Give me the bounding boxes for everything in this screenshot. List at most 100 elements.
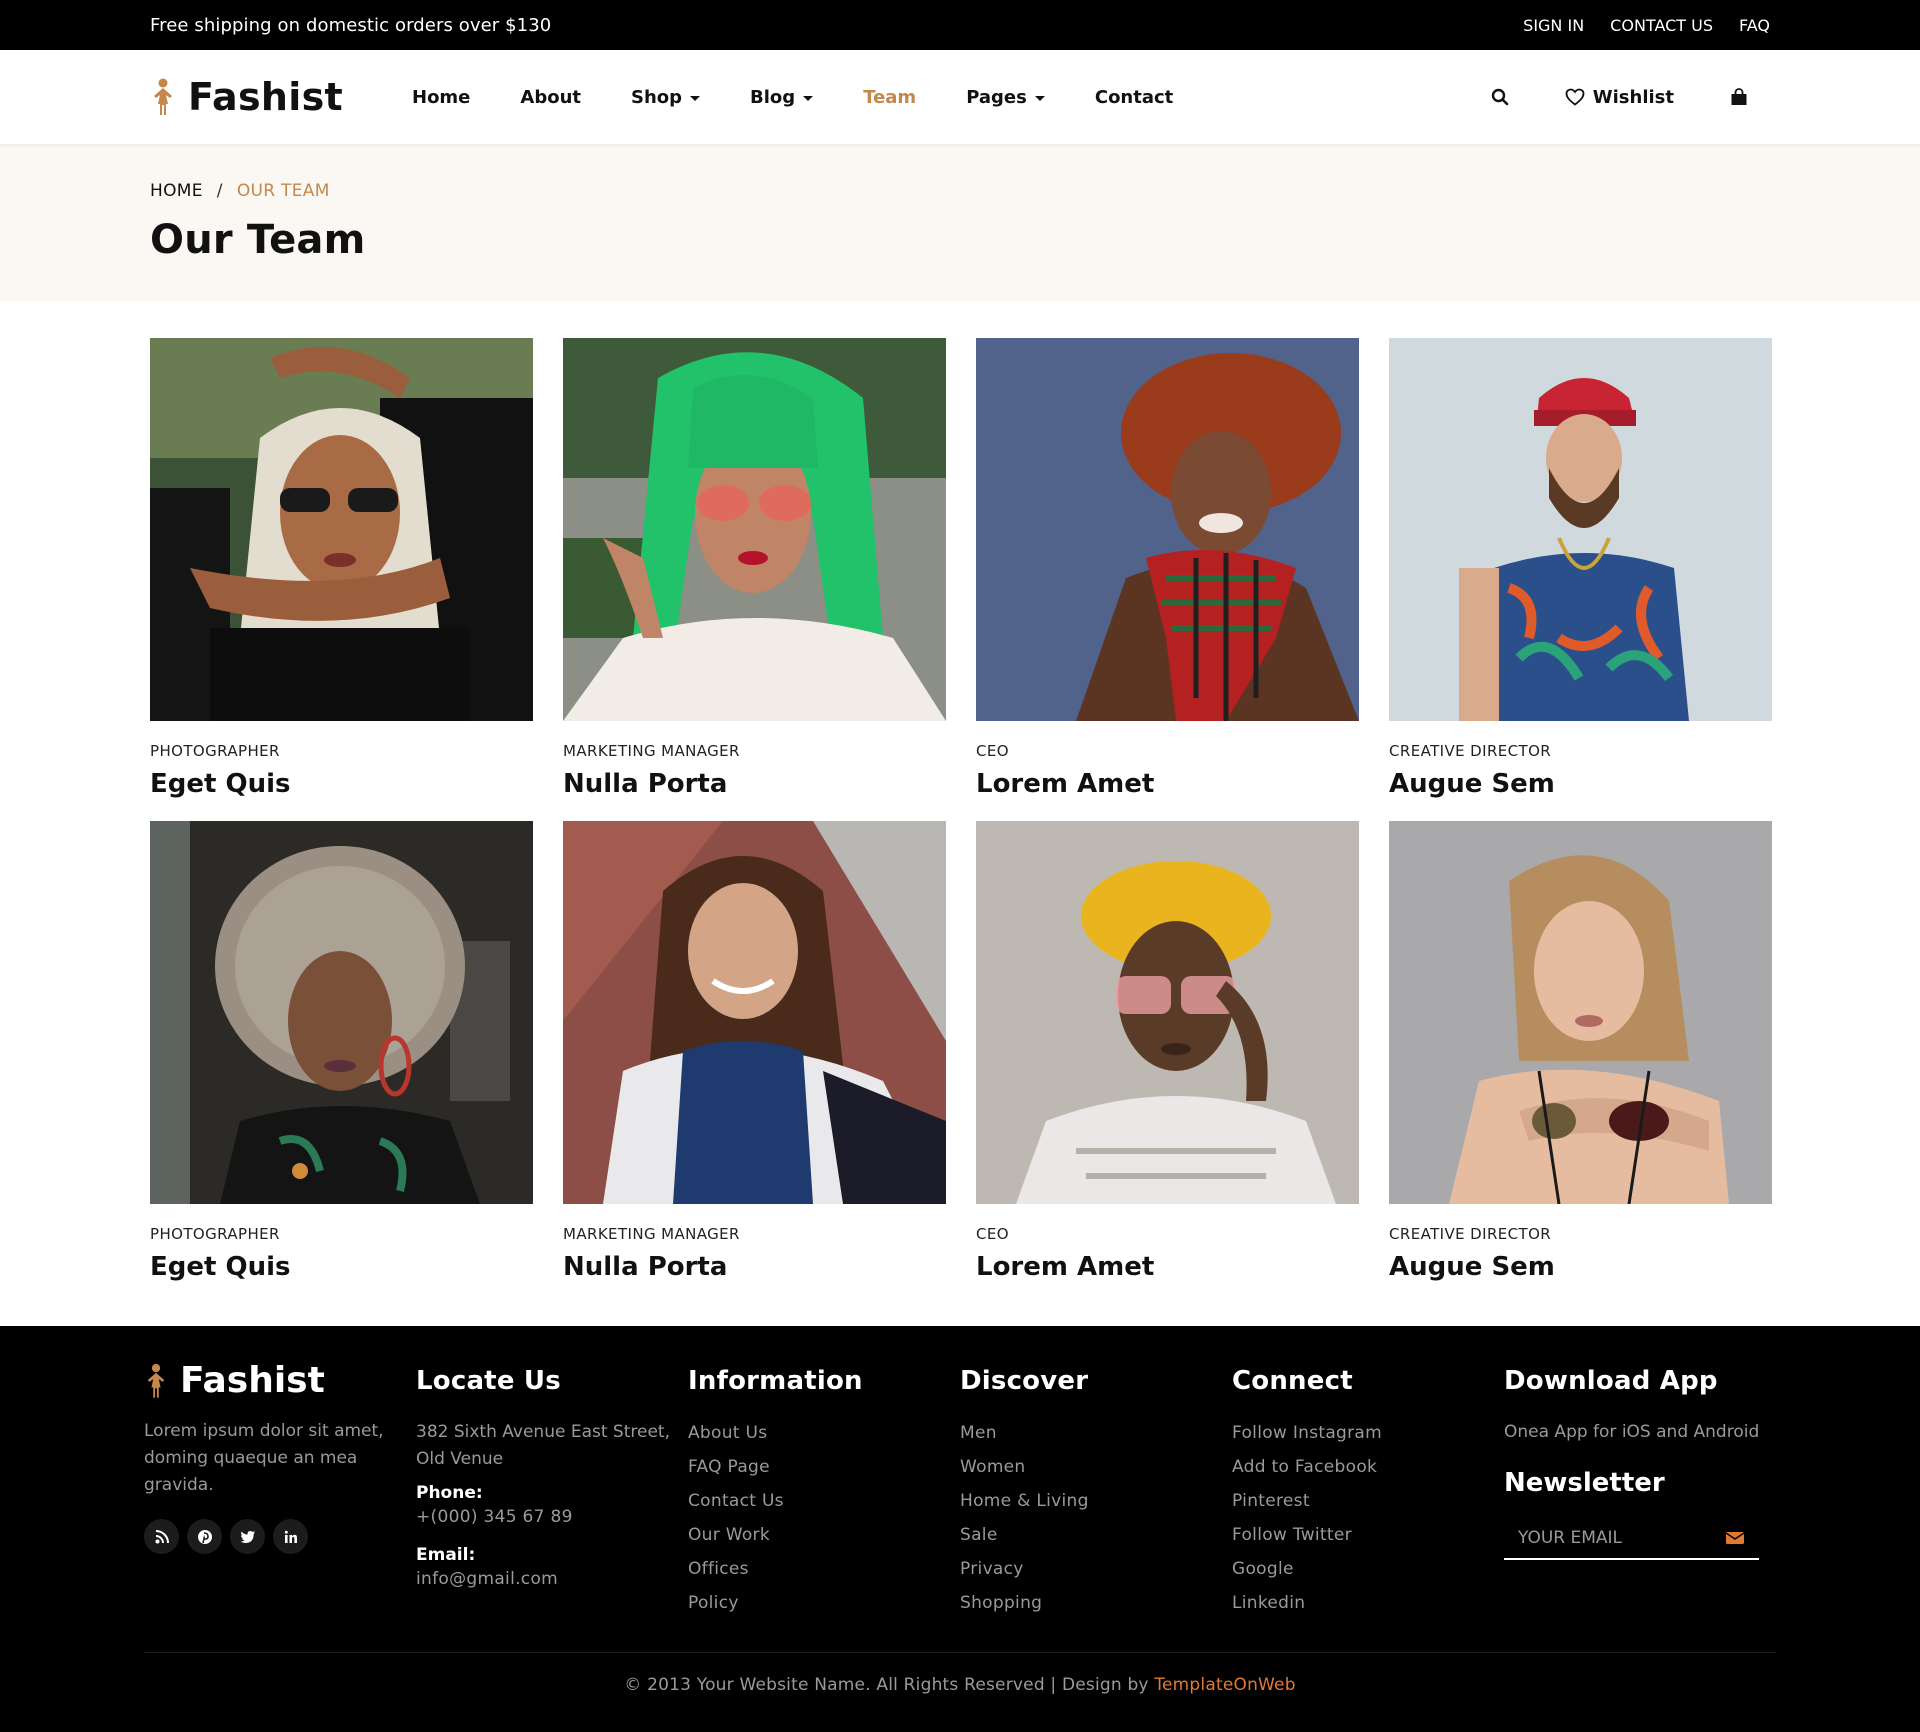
breadcrumb: HOME / OUR TEAM bbox=[150, 181, 1770, 201]
nav-team[interactable]: Team bbox=[863, 87, 916, 108]
nav-shop[interactable]: Shop bbox=[631, 86, 701, 108]
nav-shop-label: Shop bbox=[631, 86, 683, 108]
email-label: Email: bbox=[416, 1545, 476, 1565]
footer-link-contact-us[interactable]: Contact Us bbox=[688, 1490, 960, 1512]
footer-link-about-us[interactable]: About Us bbox=[688, 1422, 960, 1444]
footer-about: Fashist Lorem ipsum dolor sit amet, domi… bbox=[144, 1360, 416, 1614]
footer-link-shopping[interactable]: Shopping bbox=[960, 1592, 1232, 1614]
linkedin-icon[interactable] bbox=[273, 1519, 308, 1554]
nav-about[interactable]: About bbox=[520, 87, 581, 108]
copyright-text: © 2013 Your Website Name. All Rights Res… bbox=[624, 1675, 1149, 1695]
footer-link-privacy[interactable]: Privacy bbox=[960, 1558, 1232, 1580]
chevron-down-icon bbox=[1034, 95, 1045, 101]
team-card[interactable]: PHOTOGRAPHER Eget Quis bbox=[150, 338, 533, 799]
top-bar: Free shipping on domestic orders over $1… bbox=[0, 0, 1920, 50]
twitter-icon[interactable] bbox=[230, 1519, 265, 1554]
team-name: Eget Quis bbox=[150, 769, 291, 799]
footer-divider bbox=[144, 1652, 1776, 1653]
sign-in-link[interactable]: SIGN IN bbox=[1523, 16, 1584, 35]
footer: Fashist Lorem ipsum dolor sit amet, domi… bbox=[0, 1326, 1920, 1732]
team-name: Eget Quis bbox=[150, 1252, 291, 1282]
page-title: Our Team bbox=[150, 217, 366, 263]
breadcrumb-current: OUR TEAM bbox=[236, 181, 330, 201]
logo[interactable]: Fashist bbox=[150, 75, 412, 119]
team-role: MARKETING MANAGER bbox=[563, 1225, 740, 1243]
team-role: PHOTOGRAPHER bbox=[150, 742, 280, 760]
main-header: Fashist Home About Shop Blog Team Pages … bbox=[0, 50, 1920, 144]
footer-link-sale[interactable]: Sale bbox=[960, 1524, 1232, 1546]
footer-link-men[interactable]: Men bbox=[960, 1422, 1232, 1444]
team-role: CEO bbox=[976, 742, 1009, 760]
newsletter-form bbox=[1504, 1528, 1759, 1560]
team-card[interactable]: MARKETING MANAGER Nulla Porta bbox=[563, 338, 946, 799]
team-card[interactable]: PHOTOGRAPHER Eget Quis bbox=[150, 821, 533, 1282]
main-nav: Home About Shop Blog Team Pages Contact bbox=[412, 87, 1173, 108]
app-title: Download App bbox=[1504, 1366, 1718, 1396]
team-card[interactable]: CEO Lorem Amet bbox=[976, 821, 1359, 1282]
nav-home[interactable]: Home bbox=[412, 87, 470, 108]
top-links: SIGN IN CONTACT US FAQ bbox=[1523, 16, 1770, 35]
footer-link-google[interactable]: Google bbox=[1232, 1558, 1504, 1580]
footer-link-linkedin[interactable]: Linkedin bbox=[1232, 1592, 1504, 1614]
team-card[interactable]: CREATIVE DIRECTOR Augue Sem bbox=[1389, 338, 1772, 799]
team-name: Augue Sem bbox=[1389, 769, 1555, 799]
team-grid: PHOTOGRAPHER Eget Quis MARKETING MANAGER… bbox=[150, 338, 1772, 1282]
footer-link-twitter[interactable]: Follow Twitter bbox=[1232, 1524, 1504, 1546]
person-logo-icon bbox=[154, 78, 172, 115]
footer-link-facebook[interactable]: Add to Facebook bbox=[1232, 1456, 1504, 1478]
footer-link-home-living[interactable]: Home & Living bbox=[960, 1490, 1232, 1512]
breadcrumb-home[interactable]: HOME bbox=[150, 181, 203, 201]
footer-link-faq-page[interactable]: FAQ Page bbox=[688, 1456, 960, 1478]
header-actions: Wishlist bbox=[1491, 87, 1770, 108]
phone-value[interactable]: +(000) 345 67 89 bbox=[416, 1507, 688, 1527]
contact-us-link[interactable]: CONTACT US bbox=[1610, 16, 1713, 35]
footer-link-pinterest[interactable]: Pinterest bbox=[1232, 1490, 1504, 1512]
designer-link[interactable]: TemplateOnWeb bbox=[1154, 1675, 1295, 1695]
search-icon[interactable] bbox=[1491, 88, 1509, 106]
footer-link-our-work[interactable]: Our Work bbox=[688, 1524, 960, 1546]
shopping-bag-icon[interactable] bbox=[1730, 88, 1748, 106]
nav-team-label: Team bbox=[863, 86, 917, 108]
logo-text: Fashist bbox=[188, 75, 343, 119]
rss-icon[interactable] bbox=[144, 1519, 179, 1554]
newsletter-email-input[interactable] bbox=[1518, 1528, 1708, 1548]
footer-link-offices[interactable]: Offices bbox=[688, 1558, 960, 1580]
footer-link-instagram[interactable]: Follow Instagram bbox=[1232, 1422, 1504, 1444]
shipping-promo: Free shipping on domestic orders over $1… bbox=[150, 14, 552, 36]
copyright: © 2013 Your Website Name. All Rights Res… bbox=[144, 1675, 1776, 1695]
team-photo bbox=[1389, 821, 1772, 1204]
footer-information: Information About Us FAQ Page Contact Us… bbox=[688, 1360, 960, 1614]
nav-home-label: Home bbox=[412, 86, 471, 108]
team-card[interactable]: CREATIVE DIRECTOR Augue Sem bbox=[1389, 821, 1772, 1282]
team-card[interactable]: MARKETING MANAGER Nulla Porta bbox=[563, 821, 946, 1282]
nav-pages[interactable]: Pages bbox=[966, 87, 1045, 108]
footer-logo[interactable]: Fashist bbox=[144, 1360, 416, 1401]
locate-title: Locate Us bbox=[416, 1366, 561, 1396]
team-photo bbox=[150, 338, 533, 721]
wishlist-button[interactable]: Wishlist bbox=[1565, 87, 1674, 108]
team-role: CEO bbox=[976, 1225, 1009, 1243]
pinterest-icon[interactable] bbox=[187, 1519, 222, 1554]
envelope-icon[interactable] bbox=[1725, 1530, 1745, 1546]
footer-link-policy[interactable]: Policy bbox=[688, 1592, 960, 1614]
nav-pages-label: Pages bbox=[966, 86, 1027, 108]
chevron-down-icon bbox=[690, 95, 701, 101]
team-photo bbox=[563, 821, 946, 1204]
email-value[interactable]: info@gmail.com bbox=[416, 1569, 688, 1589]
team-card[interactable]: CEO Lorem Amet bbox=[976, 338, 1359, 799]
nav-contact[interactable]: Contact bbox=[1095, 87, 1173, 108]
footer-logo-text: Fashist bbox=[180, 1360, 325, 1401]
team-section: PHOTOGRAPHER Eget Quis MARKETING MANAGER… bbox=[0, 301, 1920, 1282]
nav-blog-label: Blog bbox=[750, 86, 796, 108]
team-role: PHOTOGRAPHER bbox=[150, 1225, 280, 1243]
chevron-down-icon bbox=[803, 95, 814, 101]
footer-link-women[interactable]: Women bbox=[960, 1456, 1232, 1478]
person-logo-icon bbox=[147, 1363, 165, 1398]
faq-link[interactable]: FAQ bbox=[1739, 16, 1770, 35]
team-photo bbox=[563, 338, 946, 721]
heart-icon bbox=[1565, 88, 1585, 106]
nav-blog[interactable]: Blog bbox=[750, 86, 814, 108]
team-photo bbox=[150, 821, 533, 1204]
team-role: MARKETING MANAGER bbox=[563, 742, 740, 760]
footer-locate: Locate Us 382 Sixth Avenue East Street, … bbox=[416, 1360, 688, 1614]
